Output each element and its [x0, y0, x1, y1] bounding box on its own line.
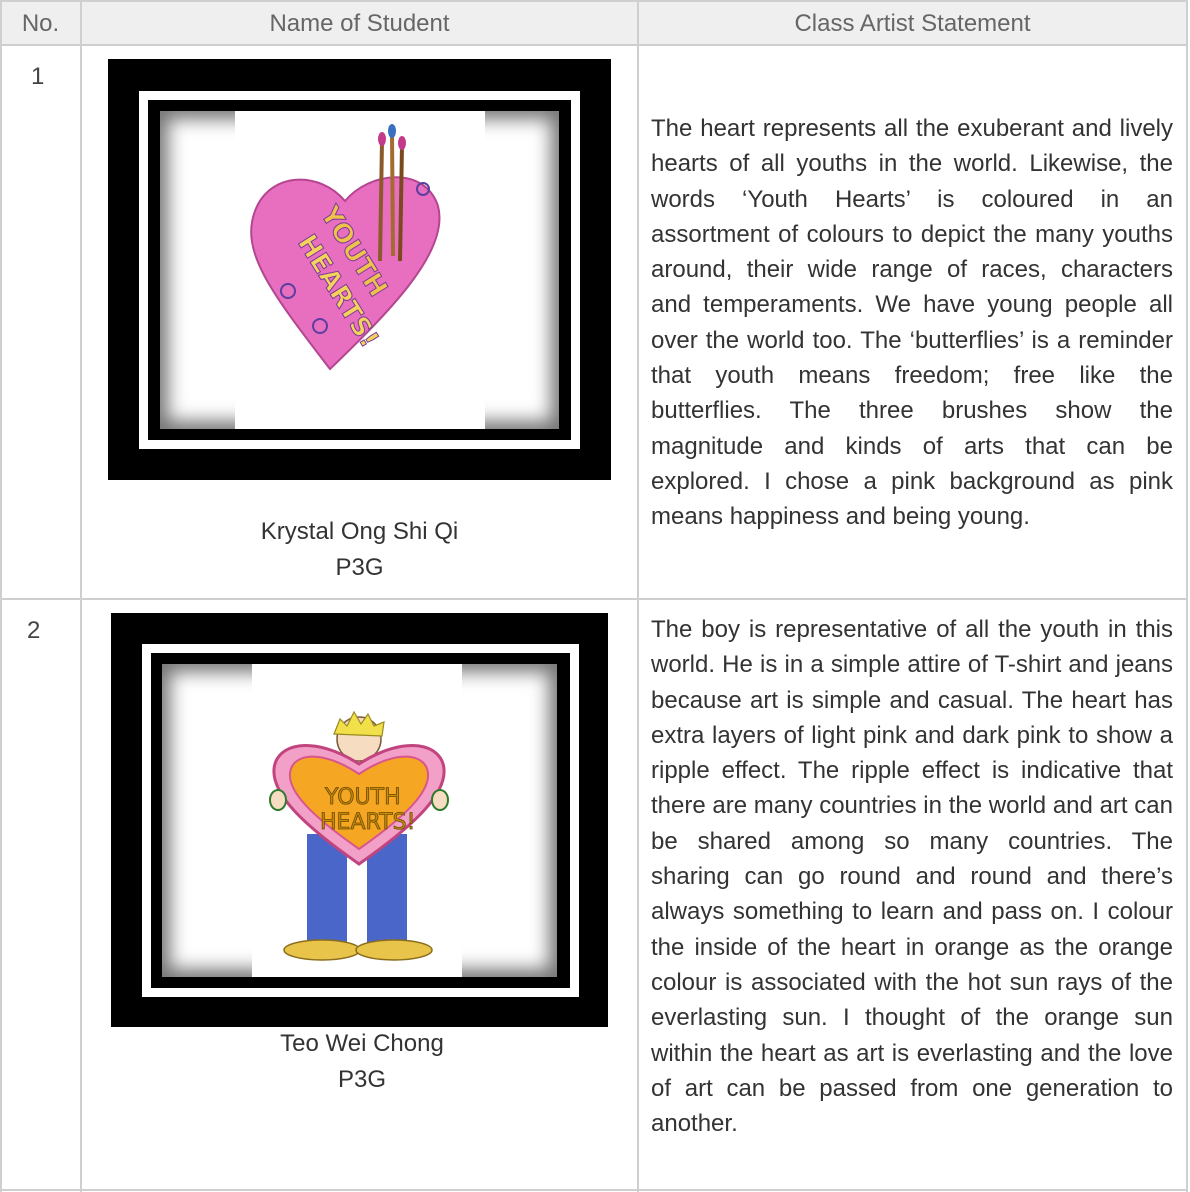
- heart-drawing-icon: YOUTH HEARTS!: [235, 111, 485, 429]
- divider: [0, 598, 1188, 600]
- artist-statement: The heart represents all the exuberant a…: [651, 115, 1173, 531]
- boy-holding-heart-drawing-icon: YOUTH HEARTS!: [252, 664, 462, 977]
- student-class: P3G: [337, 1066, 387, 1093]
- svg-text:YOUTH: YOUTH: [324, 785, 401, 810]
- artwork-paper: YOUTH HEARTS!: [160, 111, 559, 429]
- student-name: Teo Wei Chong: [280, 1030, 444, 1057]
- student-class: P3G: [335, 554, 384, 581]
- divider: [0, 1189, 1188, 1191]
- divider: [0, 0, 2, 1192]
- header-no: No.: [21, 10, 60, 37]
- student-caption: Teo Wei Chong P3G: [82, 1026, 642, 1098]
- artwork-image: YOUTH HEARTS!: [111, 613, 608, 1027]
- row-number: 1: [31, 63, 45, 90]
- artist-statement: The boy is representative of all the you…: [651, 616, 1173, 1138]
- student-caption: Krystal Ong Shi Qi P3G: [82, 514, 637, 586]
- divider: [637, 0, 639, 1192]
- student-name: Krystal Ong Shi Qi: [260, 518, 459, 545]
- artist-statement-table: No. Name of Student Class Artist Stateme…: [0, 0, 1188, 1192]
- row-number: 2: [27, 617, 41, 644]
- header-student-name: Name of Student: [269, 10, 450, 37]
- svg-text:HEARTS!: HEARTS!: [320, 810, 415, 835]
- artwork-paper: YOUTH HEARTS!: [162, 664, 557, 977]
- artwork-image: YOUTH HEARTS!: [108, 59, 611, 480]
- divider: [1186, 0, 1188, 1192]
- header-statement: Class Artist Statement: [794, 10, 1031, 37]
- divider: [80, 0, 82, 1192]
